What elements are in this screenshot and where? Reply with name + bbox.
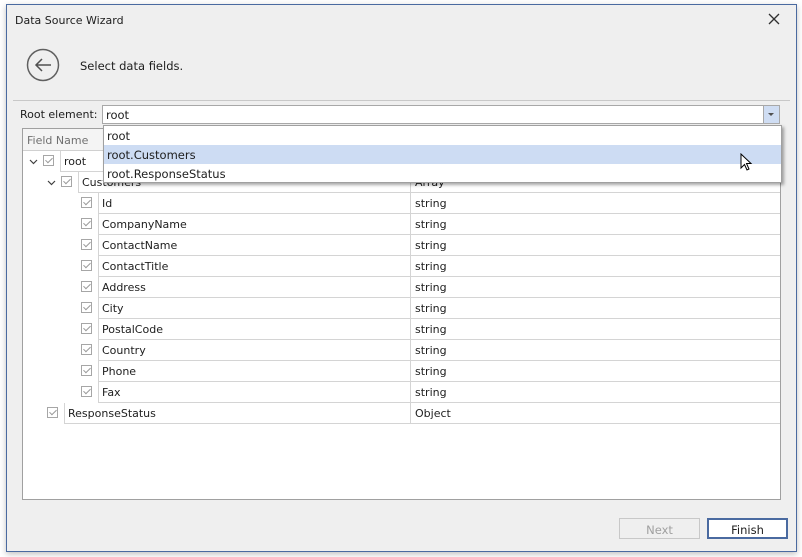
field-type-cell: string: [410, 235, 780, 256]
dropdown-option-root-responsestatus[interactable]: root.ResponseStatus: [104, 164, 781, 183]
table-row[interactable]: City string: [23, 298, 780, 319]
field-checkbox[interactable]: [81, 239, 92, 250]
mouse-cursor-icon: [740, 152, 754, 176]
field-checkbox[interactable]: [81, 281, 92, 292]
close-icon[interactable]: [766, 11, 782, 27]
field-name-cell: PostalCode: [98, 319, 410, 340]
table-row[interactable]: ContactName string: [23, 235, 780, 256]
field-checkbox[interactable]: [43, 155, 54, 166]
table-row[interactable]: CompanyName string: [23, 214, 780, 235]
field-name-cell: Address: [98, 277, 410, 298]
field-name-cell: City: [98, 298, 410, 319]
field-type-cell: string: [410, 214, 780, 235]
table-row[interactable]: Address string: [23, 277, 780, 298]
field-checkbox[interactable]: [81, 323, 92, 334]
field-checkbox[interactable]: [81, 386, 92, 397]
dropdown-option-root[interactable]: root: [104, 126, 781, 145]
table-row[interactable]: ResponseStatus Object: [23, 403, 780, 424]
window-title: Data Source Wizard: [15, 14, 124, 27]
field-name-cell: ContactTitle: [98, 256, 410, 277]
next-button[interactable]: Next: [619, 518, 700, 539]
chevron-down-icon[interactable]: [763, 106, 779, 123]
field-checkbox[interactable]: [47, 407, 58, 418]
field-checkbox[interactable]: [61, 176, 72, 187]
dropdown-option-root-customers[interactable]: root.Customers: [104, 145, 781, 164]
table-row[interactable]: Country string: [23, 340, 780, 361]
table-row[interactable]: PostalCode string: [23, 319, 780, 340]
field-name-cell: ContactName: [98, 235, 410, 256]
field-type-cell: string: [410, 256, 780, 277]
table-row[interactable]: Phone string: [23, 361, 780, 382]
field-checkbox[interactable]: [81, 197, 92, 208]
header-divider: [13, 100, 790, 101]
field-checkbox[interactable]: [81, 302, 92, 313]
field-type-cell: string: [410, 298, 780, 319]
root-element-combobox[interactable]: root: [102, 105, 780, 124]
field-name-cell: Fax: [98, 382, 410, 403]
field-type-cell: string: [410, 277, 780, 298]
field-type-cell: string: [410, 382, 780, 403]
field-type-cell: string: [410, 361, 780, 382]
field-name-cell: CompanyName: [98, 214, 410, 235]
field-name-cell: Id: [98, 193, 410, 214]
back-arrow-icon[interactable]: [26, 48, 60, 82]
field-checkbox[interactable]: [81, 260, 92, 271]
field-name-cell: Phone: [98, 361, 410, 382]
root-element-label: Root element:: [20, 108, 98, 121]
data-source-wizard-window: Data Source Wizard Select data fields. R…: [6, 4, 797, 552]
page-subtitle: Select data fields.: [80, 59, 184, 73]
chevron-down-icon[interactable]: [29, 156, 38, 165]
root-element-value: root: [106, 108, 130, 122]
field-name-cell: ResponseStatus: [64, 403, 410, 424]
field-checkbox[interactable]: [81, 218, 92, 229]
table-row[interactable]: ContactTitle string: [23, 256, 780, 277]
table-row[interactable]: Id string: [23, 193, 780, 214]
field-name-cell: Country: [98, 340, 410, 361]
table-row[interactable]: Fax string: [23, 382, 780, 403]
field-checkbox[interactable]: [81, 344, 92, 355]
field-type-cell: string: [410, 319, 780, 340]
field-type-cell: string: [410, 340, 780, 361]
root-element-dropdown-list: root root.Customers root.ResponseStatus: [103, 125, 782, 183]
field-type-cell: Object: [410, 403, 780, 424]
field-checkbox[interactable]: [81, 365, 92, 376]
fields-tree-grid: Field Name rootCustomersArrayIdstringCom…: [22, 128, 781, 500]
field-type-cell: string: [410, 193, 780, 214]
column-header-field-name[interactable]: Field Name: [27, 134, 88, 147]
chevron-down-icon[interactable]: [47, 177, 56, 186]
finish-button[interactable]: Finish: [707, 518, 788, 539]
